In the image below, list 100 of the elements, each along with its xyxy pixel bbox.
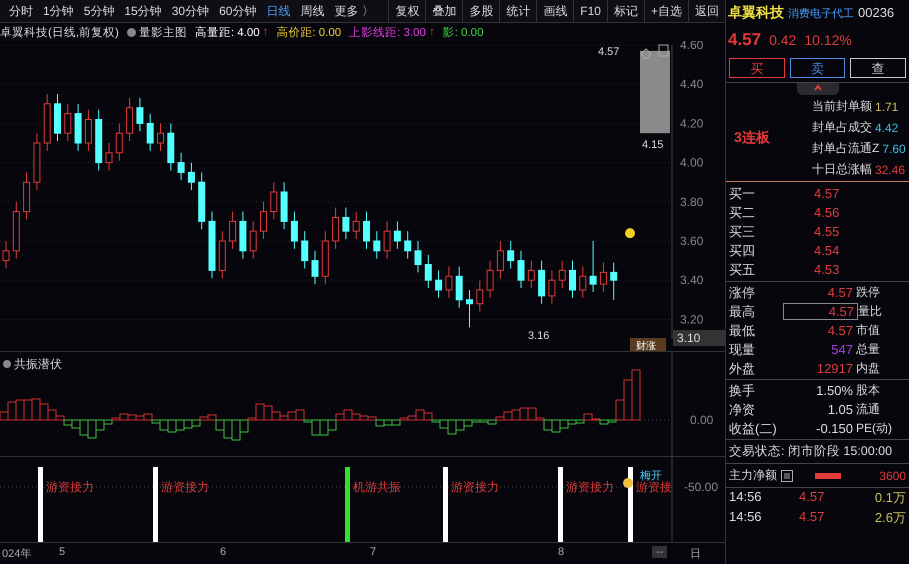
tick-price: 4.57 [799,489,826,506]
candle [456,266,463,308]
axis-label: 0.00 [690,413,714,427]
toolbar-button[interactable]: 多股 [462,0,500,22]
bid-price: 4.57 [814,186,840,201]
caret-icon[interactable] [812,83,822,93]
candle [33,132,40,191]
indicator-toggle-icon[interactable] [3,360,11,368]
candle [95,109,102,171]
axis-label: 4.20 [680,116,704,130]
toolbar-button[interactable]: 复权 [388,0,426,22]
toolbar-button[interactable]: 画线 [536,0,574,22]
candle [188,162,195,191]
stat-value: 12917 [816,361,854,376]
indicator-param: 影: 0.00 [442,26,484,40]
time-axis-label: 024年 [2,547,32,561]
signal-label: 游资接力 [161,480,209,494]
toolbar-button[interactable]: 统计 [499,0,536,22]
time-axis-label: 6 [220,546,226,558]
toolbar-button[interactable]: 叠加 [425,0,462,22]
candle [590,240,597,292]
axis-label: 3.20 [680,312,704,326]
axis-price-label: 3.10 [677,331,700,345]
bid-price: 4.54 [814,243,840,258]
candle [167,122,174,171]
arrow-glyph: ↑ [428,26,435,38]
candle [280,182,288,230]
period-tab[interactable]: 周线 [295,2,330,20]
signal-label: 游资接力 [46,480,94,494]
trade-button[interactable]: 买 [729,58,785,78]
price-label: 3.16 [528,330,550,342]
price-label: 4.57 [598,46,620,58]
stat-value: 547 [830,342,854,357]
candle [496,240,504,279]
scroll-button[interactable]: -- [652,546,668,558]
period-tab[interactable]: 日线 [261,2,296,20]
bid-price: 4.55 [814,224,840,239]
stat-label: 涨停 [729,284,756,302]
toolbar-button[interactable]: F10 [573,0,607,22]
candle [610,262,618,300]
candle [84,109,92,152]
flow-value: 3600 [879,468,906,482]
stat-label: 市值 [856,322,880,339]
stat-value: 4.57 [826,323,854,338]
candle [445,266,452,298]
trade-status: 交易状态: 闭市阶段 15:00:00 [726,440,909,464]
bid-price: 4.56 [814,205,840,220]
candle [373,230,380,260]
candle [178,152,185,181]
seal-label: 封单占流通Z [812,140,880,157]
seal-value: 4.42 [875,120,898,134]
trade-button[interactable]: 查 [850,58,906,78]
candle [332,207,340,250]
trade-button[interactable]: 卖 [790,58,846,78]
news-badge-label: 财涨 [636,341,656,351]
candle [538,260,546,304]
period-tab[interactable]: 更多 〉 [329,2,379,20]
indicator-toggle-icon[interactable] [126,28,136,36]
candle [466,290,473,328]
signal-label: 游资接 [636,480,672,494]
candle [342,207,350,240]
stat-value: 1.50% [815,383,854,398]
stat-label: 股本 [856,382,880,399]
bid-label: 买五 [729,260,756,278]
candle [198,172,206,230]
time-axis-label: 5 [59,546,66,558]
candle [579,266,586,298]
stock-code: 00236 [858,5,894,20]
diamond-icon[interactable] [640,48,652,60]
time-axis-label: 8 [558,546,564,558]
candle [558,260,566,289]
candle [229,211,236,250]
signal-label: 机游共振 [353,480,401,494]
stat-label: PE(动) [856,420,892,437]
period-tab[interactable]: 5分钟 [78,2,120,20]
seal-label: 当前封单额 [812,98,872,115]
panel-toggle-icon[interactable] [658,44,668,56]
stat-value: 1.05 [826,402,854,417]
candle [146,113,154,152]
period-tab[interactable]: 分时 [4,2,38,20]
bid-price: 4.53 [814,262,840,277]
list-icon[interactable] [781,470,793,482]
candle [569,260,576,298]
flow-bar [815,472,841,478]
toolbar-button[interactable]: 标记 [606,0,644,22]
candle [363,211,370,250]
period-tab[interactable]: 1分钟 [38,2,79,20]
price-change: 0.42 [769,32,796,48]
axis-label: 3.60 [680,234,704,248]
period-tab[interactable]: 60分钟 [214,2,262,20]
signal-label: 游资接力 [451,480,499,494]
period-tab[interactable]: 15分钟 [119,2,167,20]
toolbar-button[interactable]: +自选 [644,0,688,22]
indicator-name[interactable]: 量影主图 [138,24,187,40]
period-tab[interactable]: 30分钟 [166,2,214,20]
toolbar-button[interactable]: 返回 [688,0,725,22]
bid-label: 买四 [729,242,756,260]
news-badge [630,338,666,351]
seal-value: 1.71 [875,100,898,114]
axis-label: 3.40 [680,273,704,288]
